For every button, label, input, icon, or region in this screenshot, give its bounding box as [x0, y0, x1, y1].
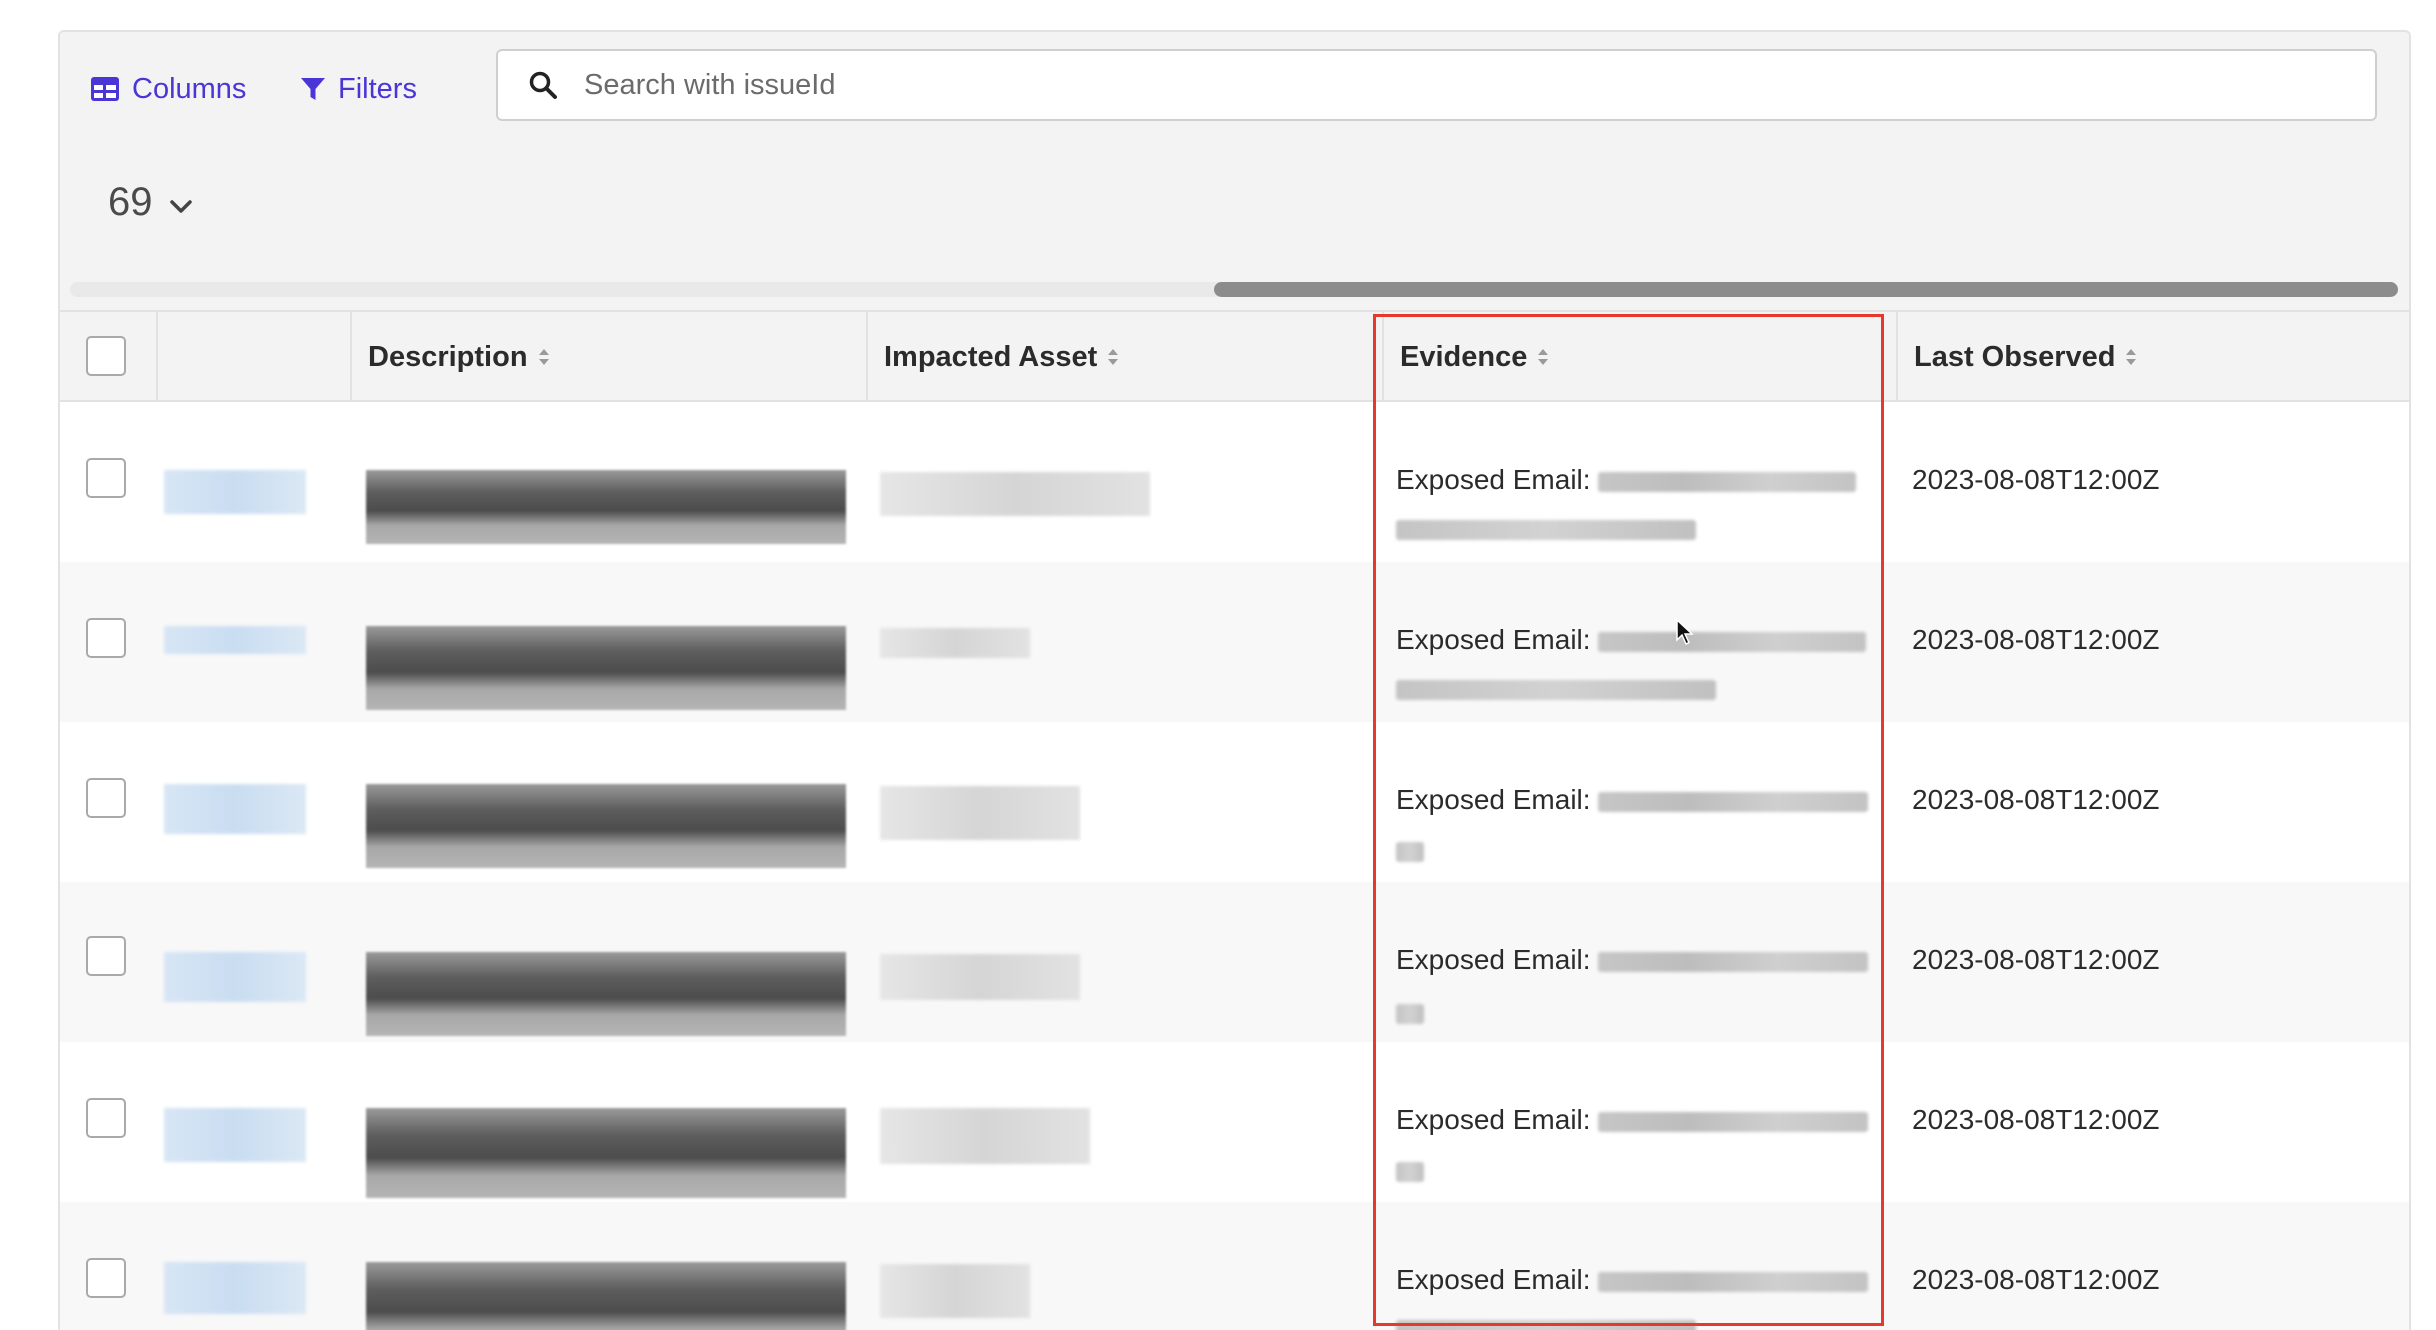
exposed-email-redacted: [1396, 1162, 1424, 1182]
table-row[interactable]: Exposed Email: 2023-08-08T12:00Z: [60, 402, 2409, 562]
table-row[interactable]: Exposed Email: 2023-08-08T12:00Z: [60, 722, 2409, 882]
exposed-email-redacted: [1598, 471, 1857, 492]
header-last-observed-label: Last Observed: [1914, 340, 2116, 373]
last-observed-value: 2023-08-08T12:00Z: [1912, 624, 2160, 655]
exposed-email-redacted: [1598, 1271, 1869, 1292]
filters-button[interactable]: Filters: [300, 66, 417, 112]
evidence-label: Exposed Email:: [1396, 1264, 1591, 1295]
evidence-label: Exposed Email:: [1396, 624, 1591, 655]
search-icon: [526, 68, 560, 102]
page-size-value: 69: [108, 180, 153, 224]
issue-id-link-redacted[interactable]: [164, 1108, 306, 1162]
last-observed-value: 2023-08-08T12:00Z: [1912, 464, 2160, 495]
evidence-label: Exposed Email:: [1396, 1104, 1591, 1135]
exposed-email-redacted: [1598, 951, 1869, 972]
last-observed-value: 2023-08-08T12:00Z: [1912, 1264, 2160, 1295]
sort-icon[interactable]: [1107, 348, 1119, 366]
table-header: Description Impacted Asset Evidence Last…: [60, 310, 2409, 402]
chevron-down-icon: [169, 180, 193, 225]
issue-id-link-redacted[interactable]: [164, 1262, 306, 1314]
evidence-label: Exposed Email:: [1396, 464, 1591, 495]
exposed-email-redacted: [1598, 791, 1869, 812]
row-checkbox[interactable]: [86, 1258, 126, 1298]
sort-icon[interactable]: [1537, 348, 1549, 366]
description-redacted: [366, 1262, 846, 1330]
row-checkbox[interactable]: [86, 936, 126, 976]
select-all-cell: [60, 312, 156, 402]
select-all-checkbox[interactable]: [86, 336, 126, 376]
scrollbar-thumb[interactable]: [1214, 282, 2398, 297]
exposed-email-redacted: [1396, 680, 1716, 700]
exposed-email-redacted: [1396, 1004, 1424, 1024]
issue-id-link-redacted[interactable]: [164, 470, 306, 514]
horizontal-scrollbar[interactable]: [70, 282, 2398, 297]
table-toolbar: Columns Filters 69: [60, 32, 2409, 297]
evidence-text: Exposed Email:: [1396, 1264, 1869, 1296]
row-checkbox[interactable]: [86, 1098, 126, 1138]
evidence-text: Exposed Email:: [1396, 464, 1857, 496]
impacted-asset-redacted: [880, 786, 1080, 840]
impacted-asset-redacted: [880, 1108, 1090, 1164]
header-impacted-asset-label: Impacted Asset: [884, 340, 1098, 373]
table-columns-icon: [90, 76, 120, 102]
id-column-header: [156, 312, 350, 402]
row-checkbox[interactable]: [86, 618, 126, 658]
search-input[interactable]: [584, 68, 2375, 102]
exposed-email-redacted: [1396, 1320, 1696, 1330]
table-row[interactable]: Exposed Email: 2023-08-08T12:00Z: [60, 882, 2409, 1042]
evidence-label: Exposed Email:: [1396, 944, 1591, 975]
description-redacted: [366, 470, 846, 544]
header-description[interactable]: Description: [350, 312, 866, 402]
row-checkbox[interactable]: [86, 778, 126, 818]
header-evidence-label: Evidence: [1400, 340, 1528, 373]
issues-table-panel: Columns Filters 69: [58, 30, 2411, 1330]
header-last-observed[interactable]: Last Observed: [1896, 312, 2409, 402]
impacted-asset-redacted: [880, 954, 1080, 1000]
search-field[interactable]: [496, 49, 2377, 121]
impacted-asset-redacted: [880, 472, 1150, 516]
description-redacted: [366, 784, 846, 868]
columns-button[interactable]: Columns: [90, 66, 246, 112]
evidence-text: Exposed Email:: [1396, 624, 1867, 656]
exposed-email-redacted: [1396, 842, 1424, 862]
impacted-asset-redacted: [880, 1264, 1030, 1318]
columns-label: Columns: [132, 72, 247, 105]
mouse-pointer-icon: [1675, 618, 1697, 651]
filter-icon: [300, 76, 326, 102]
table-row[interactable]: Exposed Email: 2023-08-08T12:00Z: [60, 562, 2409, 722]
description-redacted: [366, 626, 846, 710]
exposed-email-redacted: [1598, 1111, 1869, 1132]
issue-id-link-redacted[interactable]: [164, 952, 306, 1002]
issue-id-link-redacted[interactable]: [164, 784, 306, 834]
issue-id-link-redacted[interactable]: [164, 626, 306, 654]
last-observed-value: 2023-08-08T12:00Z: [1912, 784, 2160, 815]
exposed-email-redacted: [1396, 520, 1696, 540]
header-evidence[interactable]: Evidence: [1382, 312, 1896, 402]
last-observed-value: 2023-08-08T12:00Z: [1912, 1104, 2160, 1135]
evidence-text: Exposed Email:: [1396, 1104, 1869, 1136]
page-size-selector[interactable]: 69: [108, 180, 193, 225]
header-impacted-asset[interactable]: Impacted Asset: [866, 312, 1382, 402]
sort-icon[interactable]: [538, 348, 550, 366]
exposed-email-redacted: [1598, 631, 1867, 652]
table-row[interactable]: Exposed Email: 2023-08-08T12:00Z: [60, 1202, 2409, 1330]
last-observed-value: 2023-08-08T12:00Z: [1912, 944, 2160, 975]
table-row[interactable]: Exposed Email: 2023-08-08T12:00Z: [60, 1042, 2409, 1202]
evidence-text: Exposed Email:: [1396, 944, 1869, 976]
row-checkbox[interactable]: [86, 458, 126, 498]
impacted-asset-redacted: [880, 628, 1030, 658]
sort-icon[interactable]: [2125, 348, 2137, 366]
description-redacted: [366, 1108, 846, 1198]
evidence-text: Exposed Email:: [1396, 784, 1869, 816]
evidence-label: Exposed Email:: [1396, 784, 1591, 815]
filters-label: Filters: [338, 72, 417, 105]
header-description-label: Description: [368, 340, 528, 373]
description-redacted: [366, 952, 846, 1036]
